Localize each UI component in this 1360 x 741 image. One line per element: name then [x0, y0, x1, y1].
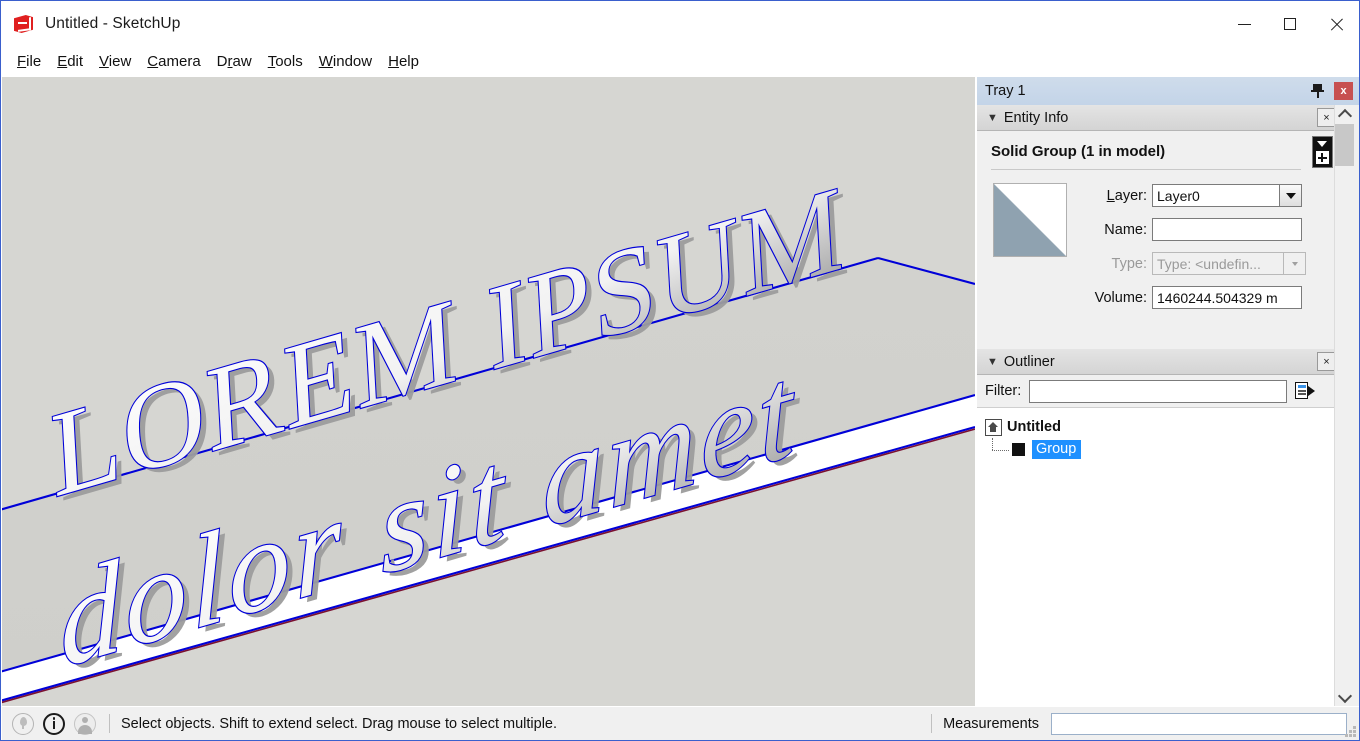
layer-combo[interactable]: Layer0: [1152, 184, 1302, 207]
entity-info-body: Solid Group (1 in model) Layer: Layer0: [977, 131, 1342, 309]
status-icon-group: [12, 713, 105, 735]
entity-info-panel: ▼ Entity Info × Solid Group (1 in model)…: [977, 105, 1342, 310]
close-icon: [1329, 17, 1343, 31]
entity-info-title: Entity Info: [1004, 110, 1068, 126]
field-volume: Volume: 1460244.504329 m: [1085, 286, 1302, 309]
type-combo: Type: <undefin...: [1152, 252, 1306, 275]
entity-info-header[interactable]: ▼ Entity Info ×: [977, 105, 1342, 131]
triangle-down-icon: ▼: [987, 112, 998, 124]
field-type: Type: Type: <undefin...: [1085, 252, 1306, 275]
volume-label: Volume:: [1085, 290, 1147, 306]
menu-tools[interactable]: Tools: [260, 50, 311, 73]
measurements-input[interactable]: [1051, 713, 1347, 735]
tray-title-label: Tray 1: [985, 83, 1026, 99]
model-viewport[interactable]: LOREM IPSUM LOREM IPSUM dolor sit amet d…: [2, 77, 975, 706]
field-layer: Layer: Layer0: [1085, 184, 1302, 207]
layer-label: Layer:: [1085, 188, 1147, 204]
home-icon: [985, 419, 1002, 436]
entity-selection-title: Solid Group (1 in model): [991, 143, 1165, 160]
info-icon[interactable]: [43, 713, 65, 735]
chevron-up-icon: [1337, 108, 1351, 122]
outliner-header[interactable]: ▼ Outliner ×: [977, 349, 1342, 375]
scrollbar-thumb[interactable]: [1335, 124, 1354, 166]
status-message: Select objects. Shift to extend select. …: [121, 716, 557, 732]
outliner-details-icon[interactable]: [1295, 380, 1321, 402]
resize-grip-icon[interactable]: [1343, 724, 1356, 737]
outliner-filter-row: Filter:: [977, 375, 1342, 407]
menu-file[interactable]: File: [9, 50, 49, 73]
divider: [931, 714, 932, 733]
outliner-item-label: Group: [1032, 440, 1081, 459]
account-icon[interactable]: [74, 713, 96, 735]
filter-input[interactable]: [1029, 380, 1287, 403]
maximize-button[interactable]: [1267, 1, 1313, 47]
scroll-up-button[interactable]: [1335, 105, 1354, 123]
name-input[interactable]: [1152, 218, 1302, 241]
name-label: Name:: [1085, 222, 1147, 238]
divider: [109, 714, 110, 733]
maximize-icon: [1284, 18, 1296, 30]
status-bar: Select objects. Shift to extend select. …: [2, 707, 1359, 740]
measurements-label: Measurements: [943, 716, 1039, 732]
expand-details-icon[interactable]: [1312, 136, 1333, 168]
chevron-down-icon: [1284, 252, 1306, 275]
menu-help[interactable]: Help: [380, 50, 427, 73]
tray-close-button[interactable]: x: [1334, 82, 1353, 100]
group-square-icon: [1012, 443, 1025, 456]
menu-draw[interactable]: Draw: [209, 50, 260, 73]
outliner-title: Outliner: [1004, 354, 1055, 370]
menu-edit[interactable]: Edit: [49, 50, 91, 73]
filter-label: Filter:: [985, 383, 1021, 399]
front-back-material-swatch[interactable]: [993, 183, 1067, 257]
triangle-down-icon: ▼: [987, 356, 998, 368]
layer-value[interactable]: Layer0: [1152, 184, 1280, 207]
chevron-down-icon[interactable]: [1280, 184, 1302, 207]
field-name: Name:: [1085, 218, 1302, 241]
minimize-icon: [1238, 24, 1251, 25]
outliner-item-group[interactable]: Group: [977, 438, 1342, 460]
outliner-panel: ▼ Outliner × Filter:: [977, 349, 1342, 706]
scroll-down-button[interactable]: [1335, 688, 1354, 706]
type-value: Type: <undefin...: [1152, 252, 1284, 275]
chevron-down-icon: [1337, 688, 1351, 702]
divider: [991, 169, 1301, 170]
menu-view[interactable]: View: [91, 50, 139, 73]
window-controls: [1221, 1, 1359, 47]
window-title: Untitled - SketchUp: [45, 15, 180, 33]
menu-bar: File Edit View Camera Draw Tools Window …: [1, 47, 1359, 76]
pin-icon[interactable]: [1310, 82, 1326, 100]
close-button[interactable]: [1313, 1, 1359, 47]
tree-connector: [991, 441, 1012, 458]
measurements-group: Measurements: [927, 707, 1347, 740]
outliner-item-label: Untitled: [1007, 419, 1061, 435]
outliner-item-untitled[interactable]: Untitled: [977, 416, 1342, 438]
title-bar: Untitled - SketchUp: [1, 1, 1359, 47]
minimize-button[interactable]: [1221, 1, 1267, 47]
outliner-tree[interactable]: Untitled Group: [977, 407, 1342, 706]
tray-scrollbar[interactable]: [1334, 105, 1354, 706]
tray-panel: Tray 1 x ▼ Entity Info × Solid Group (1 …: [977, 77, 1359, 706]
menu-camera[interactable]: Camera: [139, 50, 208, 73]
type-label: Type:: [1085, 256, 1147, 272]
volume-value[interactable]: 1460244.504329 m: [1152, 286, 1302, 309]
geo-location-icon[interactable]: [12, 713, 34, 735]
model-scene: LOREM IPSUM LOREM IPSUM dolor sit amet d…: [2, 77, 975, 706]
tray-title-bar: Tray 1 x: [977, 77, 1359, 105]
menu-window[interactable]: Window: [311, 50, 380, 73]
sketchup-window: Untitled - SketchUp File Edit View Camer…: [0, 0, 1360, 741]
sketchup-logo-icon: [13, 13, 35, 35]
